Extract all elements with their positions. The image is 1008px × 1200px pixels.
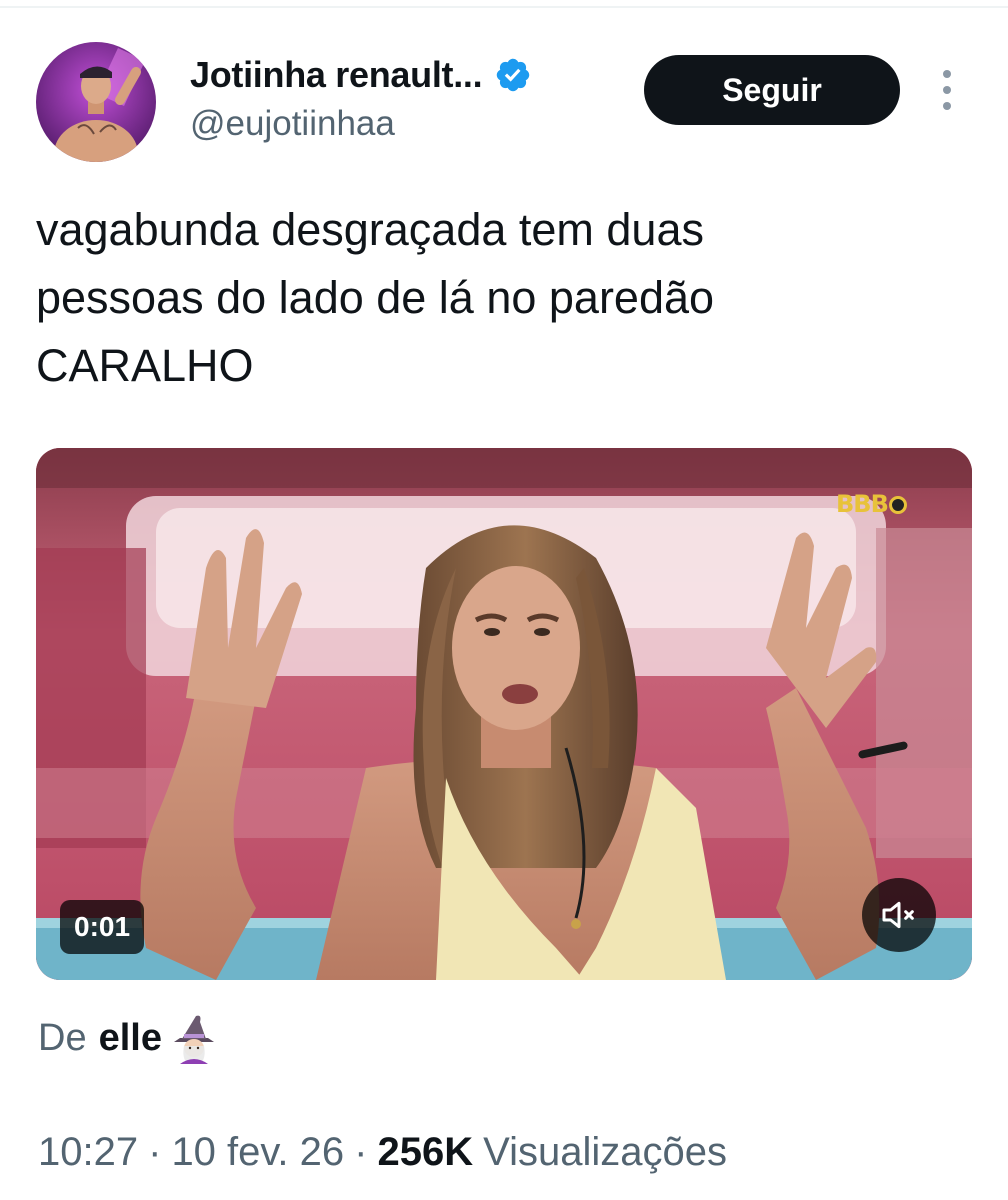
- more-dot: [943, 70, 951, 78]
- video-attribution: De elle: [38, 1010, 220, 1066]
- views-label[interactable]: Visualizações: [483, 1130, 727, 1175]
- mute-button[interactable]: [862, 878, 936, 952]
- speaker-muted-icon: [882, 901, 914, 929]
- video-duration: 0:01: [60, 900, 145, 954]
- views-count[interactable]: 256K: [377, 1130, 473, 1175]
- attribution-author[interactable]: elle: [99, 1017, 162, 1060]
- more-vertical-icon[interactable]: [934, 70, 960, 110]
- author-handle[interactable]: @eujotiinhaa: [190, 104, 395, 144]
- video-player[interactable]: BBB 0:01: [36, 448, 972, 980]
- tweet-meta: 10:27 · 10 fev. 26 · 256K Visualizações: [38, 1124, 727, 1180]
- witch-emoji-icon: [173, 1015, 214, 1064]
- top-divider: [0, 6, 1008, 8]
- meta-separator: ·: [148, 1129, 162, 1174]
- channel-logo-dot: [888, 496, 907, 514]
- meta-separator: ·: [354, 1129, 368, 1174]
- channel-logo: BBB: [836, 490, 907, 518]
- follow-button[interactable]: Seguir: [644, 55, 900, 125]
- avatar[interactable]: [36, 42, 156, 162]
- channel-logo-text: BBB: [836, 490, 889, 518]
- author-name-row[interactable]: Jotiinha renault...: [190, 50, 532, 100]
- author-display-name[interactable]: Jotiinha renault...: [190, 54, 483, 96]
- more-dot: [943, 102, 951, 110]
- video-frame: [36, 448, 972, 980]
- tweet-text: vagabunda desgraçada tem duas pessoas do…: [36, 204, 715, 391]
- tweet-date[interactable]: 10 fev. 26: [171, 1130, 344, 1175]
- attribution-prefix: De: [38, 1016, 87, 1059]
- verified-badge-icon: [497, 58, 530, 92]
- tweet-time[interactable]: 10:27: [38, 1130, 138, 1175]
- avatar-photo: [36, 42, 156, 162]
- more-dot: [943, 86, 951, 94]
